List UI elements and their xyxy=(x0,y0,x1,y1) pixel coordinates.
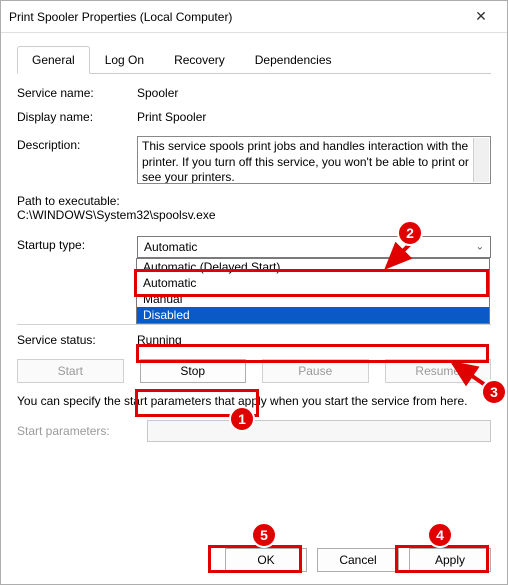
titlebar: Print Spooler Properties (Local Computer… xyxy=(1,1,507,33)
startup-option[interactable]: Automatic xyxy=(137,275,489,291)
cancel-button[interactable]: Cancel xyxy=(317,548,399,572)
value-path: C:\WINDOWS\System32\spoolsv.exe xyxy=(17,208,491,222)
value-display-name: Print Spooler xyxy=(137,108,491,126)
dialog-window: Print Spooler Properties (Local Computer… xyxy=(0,0,508,585)
startup-option[interactable]: Manual xyxy=(137,291,489,307)
description-text: This service spools print jobs and handl… xyxy=(142,139,469,184)
start-parameters-note: You can specify the start parameters tha… xyxy=(17,393,491,410)
startup-type-value: Automatic xyxy=(144,240,197,254)
description-box[interactable]: This service spools print jobs and handl… xyxy=(137,136,491,184)
label-display-name: Display name: xyxy=(17,108,137,126)
tab-log-on[interactable]: Log On xyxy=(90,46,159,74)
label-service-status: Service status: xyxy=(17,331,137,349)
resume-button: Resume xyxy=(385,359,492,383)
startup-type-box[interactable]: Automatic ⌄ xyxy=(137,236,491,258)
apply-button[interactable]: Apply xyxy=(409,548,491,572)
badge-5: 5 xyxy=(251,522,277,548)
window-title: Print Spooler Properties (Local Computer… xyxy=(9,10,463,24)
divider xyxy=(17,324,491,325)
dialog-buttons: OK Cancel Apply xyxy=(225,548,491,572)
label-description: Description: xyxy=(17,136,137,154)
label-start-parameters: Start parameters: xyxy=(17,424,147,438)
startup-type-select[interactable]: Automatic ⌄ Automatic (Delayed Start) Au… xyxy=(137,236,491,258)
stop-button[interactable]: Stop xyxy=(140,359,247,383)
pause-button: Pause xyxy=(262,359,369,383)
startup-option-disabled[interactable]: Disabled xyxy=(137,307,489,323)
close-icon: ✕ xyxy=(475,8,487,25)
dialog-body: General Log On Recovery Dependencies Ser… xyxy=(1,33,507,442)
tab-dependencies[interactable]: Dependencies xyxy=(240,46,347,74)
tab-recovery[interactable]: Recovery xyxy=(159,46,240,74)
tab-general[interactable]: General xyxy=(17,46,90,74)
start-button: Start xyxy=(17,359,124,383)
label-startup-type: Startup type: xyxy=(17,236,137,254)
close-button[interactable]: ✕ xyxy=(463,3,499,31)
startup-type-dropdown: Automatic (Delayed Start) Automatic Manu… xyxy=(136,258,490,324)
label-service-name: Service name: xyxy=(17,84,137,102)
chevron-down-icon: ⌄ xyxy=(476,242,484,253)
label-path: Path to executable: xyxy=(17,194,491,208)
badge-4: 4 xyxy=(427,522,453,548)
ok-button[interactable]: OK xyxy=(225,548,307,572)
value-service-status: Running xyxy=(137,331,491,349)
tabs: General Log On Recovery Dependencies xyxy=(17,45,491,74)
service-buttons: Start Stop Pause Resume xyxy=(17,359,491,383)
value-service-name: Spooler xyxy=(137,84,491,102)
start-parameters-input xyxy=(147,420,491,442)
startup-option[interactable]: Automatic (Delayed Start) xyxy=(137,259,489,275)
